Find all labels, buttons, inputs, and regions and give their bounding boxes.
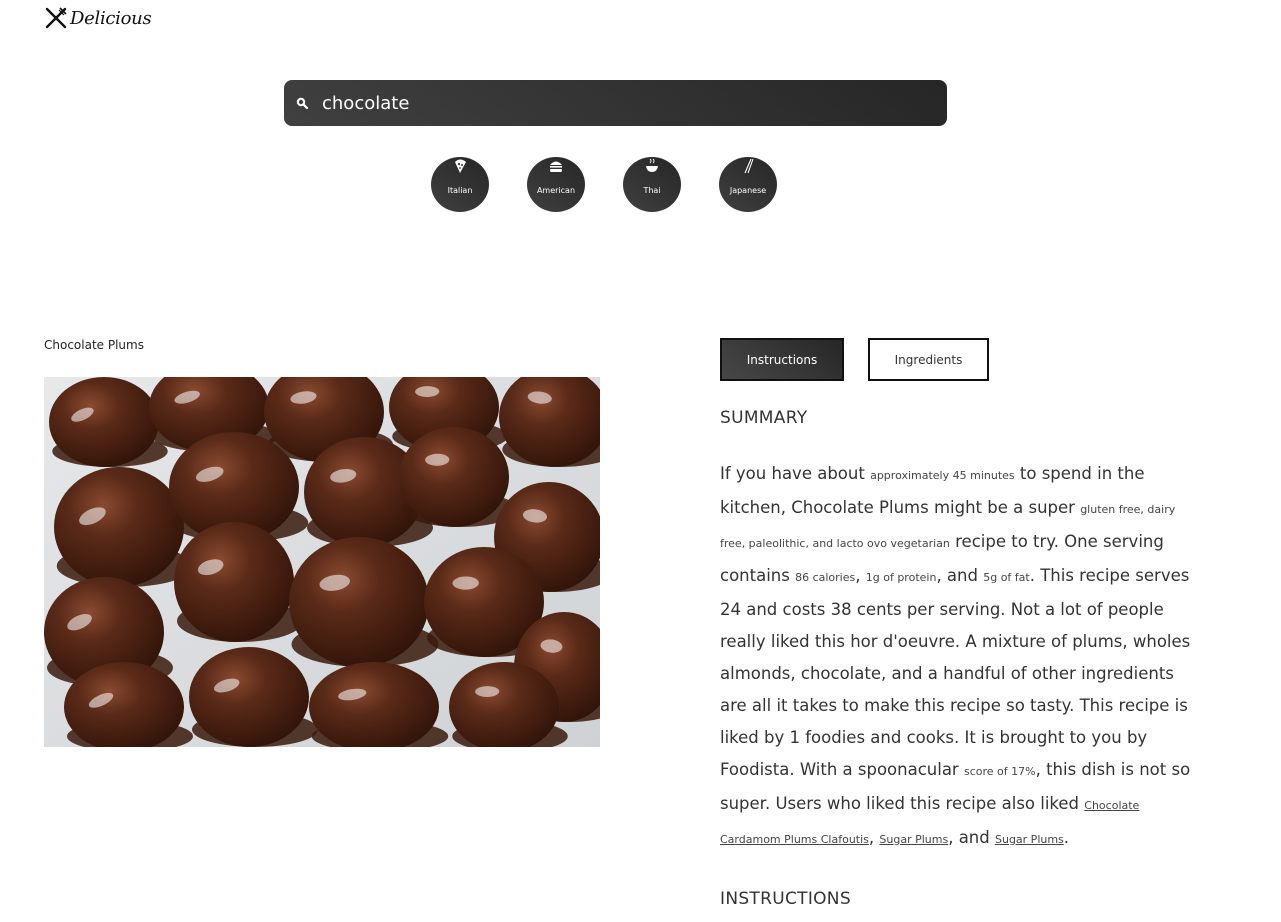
recipe-image	[44, 377, 600, 747]
fork-knife-icon	[45, 7, 67, 29]
search-bar	[284, 80, 947, 126]
brand-logo[interactable]: Delicious	[44, 6, 152, 30]
cuisine-japanese[interactable]: Japanese	[719, 157, 777, 212]
summary-separator: ,	[868, 828, 880, 847]
chopsticks-icon	[744, 158, 754, 174]
summary-score: score of 17%	[963, 765, 1036, 778]
summary-separator: , and	[948, 828, 995, 847]
cuisine-label: Thai	[643, 186, 661, 195]
cuisine-american[interactable]: American	[527, 157, 585, 212]
summary-heading: SUMMARY	[720, 408, 808, 428]
tab-instructions[interactable]: Instructions	[720, 338, 844, 381]
page: Delicious Italian American	[0, 0, 1281, 922]
summary-end: .	[1063, 828, 1070, 847]
pizza-icon	[455, 159, 466, 173]
summary-separator: , and	[936, 566, 984, 585]
cuisine-label: Japanese	[729, 186, 767, 195]
recipe-title: Chocolate Plums	[44, 338, 144, 352]
summary-fat: 5g of fat	[983, 571, 1030, 584]
summary-text: If you have about approximately 45 minut…	[720, 458, 1200, 856]
brand-name: Delicious	[70, 7, 152, 29]
related-recipe-link[interactable]: Sugar Plums	[879, 833, 948, 846]
tab-ingredients[interactable]: Ingredients	[868, 338, 989, 381]
summary-calories: 86 calories	[795, 571, 856, 584]
cuisine-label: Italian	[447, 186, 473, 195]
noodle-bowl-icon	[646, 158, 658, 172]
cuisine-italian[interactable]: Italian	[431, 157, 489, 212]
search-icon	[296, 97, 308, 109]
related-recipe-link[interactable]: Sugar Plums	[995, 833, 1064, 846]
cuisine-nav: Italian American Thai Japanese	[431, 157, 777, 212]
instructions-heading: INSTRUCTIONS	[720, 889, 851, 909]
summary-text-part: If you have about	[720, 464, 871, 483]
summary-text-part: . This recipe serves 24 and costs 38 cen…	[720, 566, 1191, 779]
summary-time: approximately 45 minutes	[870, 469, 1015, 482]
burger-icon	[550, 161, 562, 172]
search-input[interactable]	[320, 91, 924, 115]
cuisine-label: American	[536, 186, 576, 195]
summary-separator: ,	[855, 566, 866, 585]
cuisine-thai[interactable]: Thai	[623, 157, 681, 212]
summary-protein: 1g of protein	[865, 571, 937, 584]
